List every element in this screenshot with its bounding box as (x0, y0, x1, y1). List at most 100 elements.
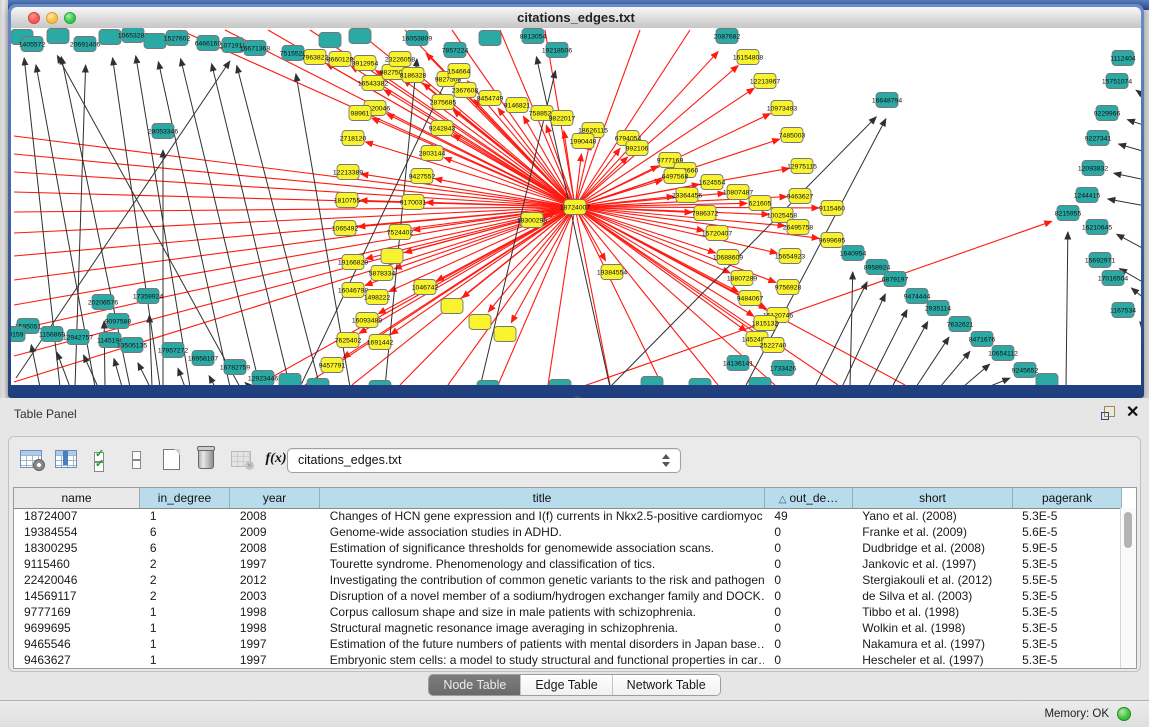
network-canvas[interactable]: 1405572206914061065328715276026466160107… (11, 28, 1141, 385)
graph-node[interactable]: 992106 (626, 141, 649, 156)
graph-node[interactable]: 12213389 (333, 165, 363, 180)
graph-node[interactable]: 1733426 (770, 361, 797, 376)
table-row[interactable]: 2242004622012Investigating the contribut… (14, 572, 1121, 588)
graph-node[interactable]: 16648794 (872, 93, 902, 108)
graph-node[interactable]: 9170031 (400, 195, 427, 210)
graph-node[interactable]: 15654923 (775, 249, 805, 264)
graph-node[interactable]: 6466160 (195, 36, 222, 51)
graph-node[interactable]: 15692971 (1085, 253, 1115, 268)
graph-node[interactable]: 10973493 (767, 101, 797, 116)
table-selector-dropdown[interactable]: citations_edges.txt (287, 448, 681, 473)
graph-node[interactable] (279, 374, 301, 386)
graph-node[interactable]: 8186328 (400, 68, 427, 83)
close-panel-icon[interactable]: ✕ (1126, 402, 1139, 422)
graph-node[interactable]: 1167534 (1110, 303, 1136, 318)
graph-node[interactable] (144, 34, 166, 49)
table-vertical-scrollbar[interactable] (1120, 508, 1136, 668)
graph-node[interactable]: 7963822 (302, 50, 329, 65)
graph-node[interactable] (381, 249, 403, 264)
paired-rows-icon[interactable] (123, 446, 149, 472)
graph-node[interactable]: 9229966 (1094, 106, 1121, 121)
graph-node[interactable]: 2087682 (714, 29, 741, 44)
tab-node-table[interactable]: Node Table (429, 675, 521, 695)
graph-node[interactable] (479, 31, 501, 46)
graph-node[interactable]: 8215955 (1055, 206, 1082, 221)
graph-node[interactable]: 19166829 (338, 255, 368, 270)
table-row[interactable]: 1456911722003Disruption of a novel membe… (14, 588, 1121, 604)
table-row[interactable]: 911546021997Tourette syndrome. Phenomeno… (14, 556, 1121, 572)
graph-node[interactable]: 2803144 (419, 146, 446, 161)
graph-node[interactable]: 9097588 (105, 314, 132, 329)
graph-node[interactable]: 19218506 (542, 43, 572, 58)
graph-node[interactable]: 8660128 (327, 52, 354, 67)
graph-node[interactable]: 16154808 (733, 50, 763, 65)
column-header-year[interactable]: year (230, 488, 320, 508)
graph-node[interactable]: 2718120 (340, 131, 367, 146)
column-header-short[interactable]: short (853, 488, 1013, 508)
trash-icon[interactable] (193, 446, 219, 472)
graph-node[interactable]: 1810755 (334, 193, 361, 208)
graph-node[interactable]: 12093832 (1078, 161, 1108, 176)
graph-node[interactable]: 26495758 (783, 220, 813, 235)
graph-node[interactable]: 15720407 (702, 226, 732, 241)
graph-node[interactable]: 1046742 (412, 280, 439, 295)
graph-node[interactable] (494, 327, 516, 342)
graph-node[interactable]: 13505135 (117, 338, 147, 353)
graph-hub-node[interactable]: 18724007 (560, 200, 590, 215)
graph-node[interactable]: 10688609 (713, 250, 743, 265)
graph-node[interactable]: 12975115 (787, 159, 817, 174)
table-row[interactable]: 1830029562008Estimation of significance … (14, 540, 1121, 556)
float-panel-icon[interactable] (1101, 406, 1115, 420)
graph-node[interactable]: 16210645 (1082, 220, 1112, 235)
graph-node[interactable]: 2935114 (925, 301, 951, 316)
function-icon[interactable]: f(x) (263, 446, 289, 472)
graph-node[interactable]: 17016504 (1098, 271, 1128, 286)
graph-node[interactable] (1036, 374, 1058, 386)
graph-node[interactable]: 1498222 (364, 290, 391, 305)
column-header-name[interactable]: name (14, 488, 140, 508)
graph-node[interactable]: 16958107 (188, 351, 218, 366)
graph-node[interactable]: 1691442 (367, 335, 394, 350)
graph-node[interactable]: 8454749 (477, 91, 504, 106)
graph-node[interactable] (369, 381, 391, 386)
table-row[interactable]: 1872400712008Changes of HCN gene express… (14, 508, 1121, 524)
scrollbar-thumb[interactable] (1124, 512, 1132, 548)
graph-node[interactable]: 1990448 (570, 134, 597, 149)
graph-node[interactable]: 1244415 (1074, 188, 1101, 203)
graph-node[interactable]: 5878334 (369, 266, 396, 281)
row-checks-icon[interactable]: ✓ ✓ (88, 446, 114, 472)
graph-node[interactable]: 7485003 (779, 128, 806, 143)
graph-node[interactable] (307, 379, 329, 386)
graph-node[interactable]: 28053346 (148, 124, 178, 139)
graph-node[interactable] (689, 379, 711, 386)
graph-node[interactable]: 18300295 (517, 213, 547, 228)
graph-node[interactable] (749, 378, 771, 386)
graph-node[interactable]: 12923446 (248, 371, 278, 386)
graph-node[interactable]: 16782759 (220, 360, 250, 375)
graph-node[interactable]: 9822017 (549, 111, 576, 126)
tab-network-table[interactable]: Network Table (613, 675, 720, 695)
graph-node[interactable] (469, 315, 491, 330)
network-window-titlebar[interactable]: citations_edges.txt (11, 7, 1141, 29)
tab-edge-table[interactable]: Edge Table (521, 675, 612, 695)
graph-node[interactable] (549, 380, 571, 386)
graph-node[interactable]: 9146821 (504, 98, 531, 113)
column-header-in_degree[interactable]: in_degree (140, 488, 230, 508)
graph-node[interactable]: 10807487 (723, 185, 753, 200)
graph-node[interactable]: 1624554 (699, 175, 726, 190)
graph-node[interactable]: 9242843 (429, 121, 456, 136)
graph-node[interactable]: 20691406 (70, 37, 100, 52)
graph-node[interactable]: 621605 (749, 196, 772, 211)
graph-node[interactable] (319, 33, 341, 48)
graph-node[interactable]: 19384554 (597, 265, 627, 280)
graph-node[interactable]: 9227341 (1085, 131, 1112, 146)
graph-node[interactable]: 10654112 (988, 346, 1018, 361)
table-settings-icon[interactable] (18, 446, 44, 472)
graph-node[interactable]: 7632621 (947, 317, 974, 332)
graph-node[interactable]: 7857224 (442, 43, 469, 58)
table-row[interactable]: 1938455462009Genome-wide association stu… (14, 524, 1121, 540)
graph-node[interactable]: 1640954 (840, 246, 867, 261)
graph-node[interactable]: 16053809 (402, 31, 432, 46)
graph-node[interactable]: 14136141 (723, 356, 753, 371)
graph-node[interactable]: 9457791 (319, 358, 346, 373)
